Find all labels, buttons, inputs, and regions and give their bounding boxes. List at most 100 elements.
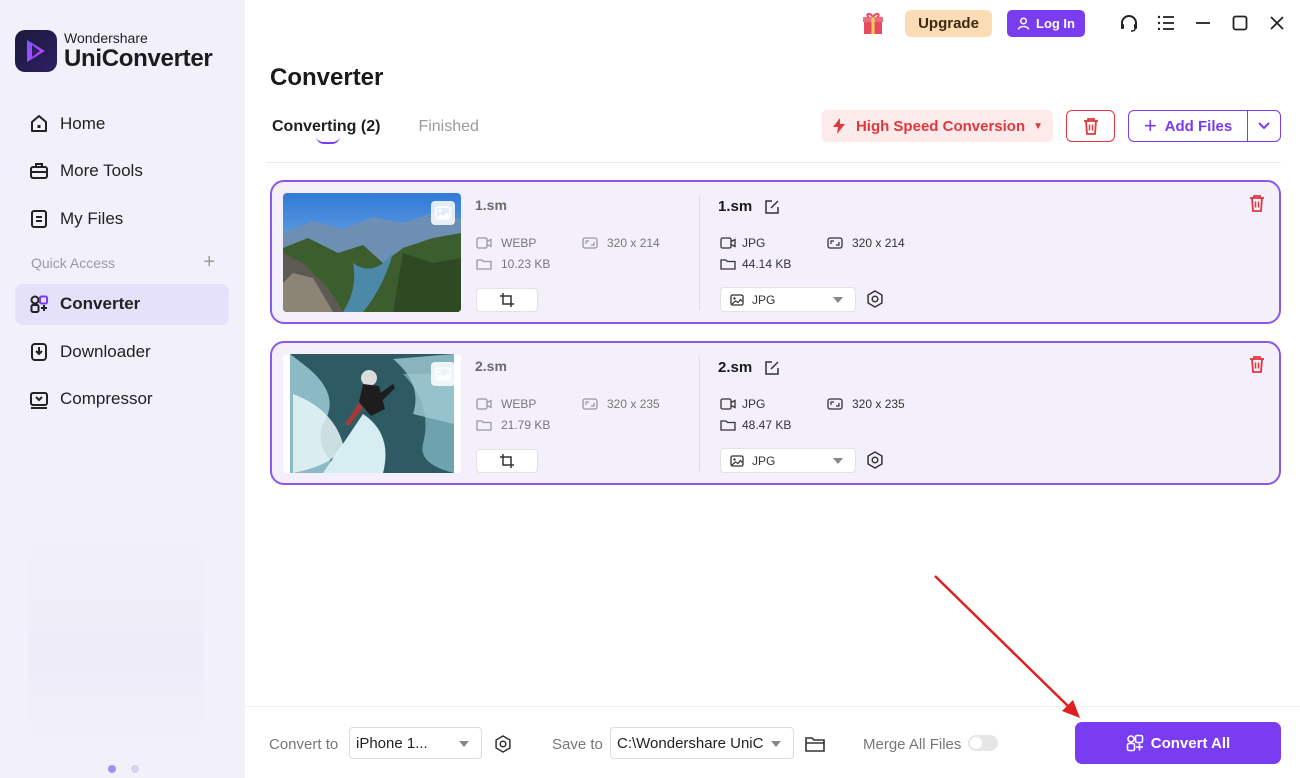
- sidebar-item-label: Converter: [60, 294, 141, 313]
- downloader-icon: [31, 342, 47, 361]
- add-files-button[interactable]: + Add Files: [1129, 111, 1248, 141]
- edit-name-icon[interactable]: [764, 360, 780, 376]
- convert-to-label: Convert to: [269, 736, 339, 753]
- output-format-select[interactable]: JPG: [720, 287, 856, 312]
- sidebar-item-label: Compressor: [60, 389, 153, 408]
- add-files-dropdown-button[interactable]: [1248, 111, 1280, 141]
- output-format-value: JPG: [742, 397, 766, 411]
- crop-button[interactable]: [476, 288, 538, 312]
- add-quick-access-button[interactable]: +: [203, 251, 215, 274]
- crop-button[interactable]: [476, 449, 538, 473]
- caret-down-icon: ▼: [1033, 120, 1044, 132]
- output-format-select[interactable]: JPG: [720, 448, 856, 473]
- sidebar-item-compressor[interactable]: Compressor: [15, 379, 229, 420]
- file-item-card[interactable]: 2.sm WEBP 320 x 235 21.79 KB 2.sm JPG 32…: [270, 341, 1281, 485]
- uniconverter-logo-icon: [15, 30, 57, 72]
- merge-all-files-toggle[interactable]: [968, 735, 998, 751]
- source-resolution: 320 x 235: [582, 397, 660, 411]
- upgrade-button[interactable]: Upgrade: [905, 9, 992, 37]
- add-files-group: + Add Files: [1128, 110, 1281, 142]
- high-speed-conversion-label: High Speed Conversion: [855, 117, 1026, 135]
- convert-to-value: iPhone 1...: [356, 734, 428, 752]
- gift-icon[interactable]: [859, 9, 887, 37]
- trash-icon[interactable]: [1249, 194, 1265, 217]
- sidebar-item-home[interactable]: Home: [15, 103, 229, 144]
- file-thumbnail[interactable]: [283, 354, 461, 473]
- support-headset-icon[interactable]: [1118, 12, 1140, 34]
- file-item-card[interactable]: 1.sm WEBP 320 x 214 10.23 KB 1.sm JPG 32…: [270, 180, 1281, 324]
- output-format: JPG: [720, 397, 765, 411]
- image-type-icon: [431, 362, 455, 386]
- page-title: Converter: [270, 64, 384, 91]
- quick-access-label: Quick Access: [31, 254, 116, 271]
- merge-all-files-label: Merge All Files: [863, 736, 962, 753]
- minimize-icon[interactable]: [1192, 12, 1214, 34]
- toggle-knob: [970, 737, 982, 749]
- caret-down-icon: [459, 741, 469, 747]
- folder-icon[interactable]: [804, 733, 826, 755]
- login-label: Log In: [1036, 15, 1075, 31]
- bottom-bar: Convert to iPhone 1... Save to C:\Wonder…: [245, 706, 1300, 778]
- pagination-dot[interactable]: [131, 765, 139, 773]
- menu-icon[interactable]: [1155, 12, 1177, 34]
- image-type-icon: [431, 201, 455, 225]
- output-size-value: 44.14 KB: [742, 257, 792, 271]
- settings-gear-icon[interactable]: [864, 288, 886, 310]
- video-icon: [476, 398, 492, 410]
- card-divider: [699, 357, 700, 471]
- source-file-name: 1.sm: [475, 197, 507, 213]
- save-to-select[interactable]: C:\Wondershare UniCo: [610, 727, 794, 759]
- folder-icon: [476, 420, 492, 431]
- source-format-value: WEBP: [501, 397, 537, 411]
- quick-access-header: Quick Access +: [15, 246, 229, 280]
- sidebar-item-my-files[interactable]: My Files: [15, 198, 229, 239]
- app-logo: Wondershare UniConverter: [15, 30, 213, 72]
- sidebar-item-more-tools[interactable]: More Tools: [15, 151, 229, 192]
- caret-down-icon: [771, 741, 781, 747]
- promo-banner[interactable]: [28, 520, 204, 750]
- close-icon[interactable]: [1266, 12, 1288, 34]
- login-button[interactable]: Log In: [1007, 9, 1085, 37]
- tab-converting[interactable]: Converting (2): [272, 118, 380, 146]
- settings-gear-icon[interactable]: [864, 449, 886, 471]
- settings-gear-icon[interactable]: [492, 733, 514, 755]
- image-icon: [730, 293, 744, 306]
- folder-icon: [476, 259, 492, 270]
- sidebar-item-label: My Files: [60, 208, 124, 228]
- source-format: WEBP: [476, 236, 536, 250]
- plus-icon: +: [1143, 113, 1157, 138]
- sidebar: Wondershare UniConverter Home More Tools…: [0, 0, 245, 778]
- output-resolution: 320 x 214: [827, 236, 905, 250]
- toolbox-icon: [30, 163, 48, 179]
- file-thumbnail[interactable]: [283, 193, 461, 312]
- maximize-icon[interactable]: [1229, 12, 1251, 34]
- save-to-value: C:\Wondershare UniCo: [617, 734, 763, 752]
- crop-icon: [500, 293, 514, 307]
- resolution-icon: [582, 237, 598, 249]
- output-format: JPG: [720, 236, 765, 250]
- high-speed-conversion-button[interactable]: High Speed Conversion ▼: [822, 110, 1053, 142]
- add-files-label: Add Files: [1164, 117, 1233, 135]
- promo-pagination: [108, 765, 139, 773]
- convert-icon: [1126, 734, 1144, 752]
- convert-to-select[interactable]: iPhone 1...: [349, 727, 482, 759]
- convert-all-button[interactable]: Convert All: [1075, 722, 1281, 764]
- source-format: WEBP: [476, 397, 536, 411]
- delete-all-button[interactable]: [1066, 110, 1115, 142]
- user-icon: [1017, 16, 1030, 30]
- convert-all-label: Convert All: [1150, 734, 1231, 752]
- source-size-value: 10.23 KB: [501, 257, 551, 271]
- sidebar-item-downloader[interactable]: Downloader: [15, 331, 229, 372]
- brand-name: Wondershare: [64, 30, 148, 46]
- caret-down-icon: [833, 458, 843, 464]
- sidebar-item-label: More Tools: [60, 161, 143, 180]
- edit-name-icon[interactable]: [764, 199, 780, 215]
- output-file-name-row: 1.sm: [718, 198, 780, 215]
- sidebar-item-converter[interactable]: Converter: [15, 283, 229, 325]
- tab-finished[interactable]: Finished: [418, 118, 478, 146]
- home-icon: [31, 114, 47, 132]
- trash-icon[interactable]: [1249, 355, 1265, 378]
- pagination-dot-active[interactable]: [108, 765, 116, 773]
- source-resolution-value: 320 x 214: [607, 236, 660, 250]
- folder-icon: [720, 420, 736, 431]
